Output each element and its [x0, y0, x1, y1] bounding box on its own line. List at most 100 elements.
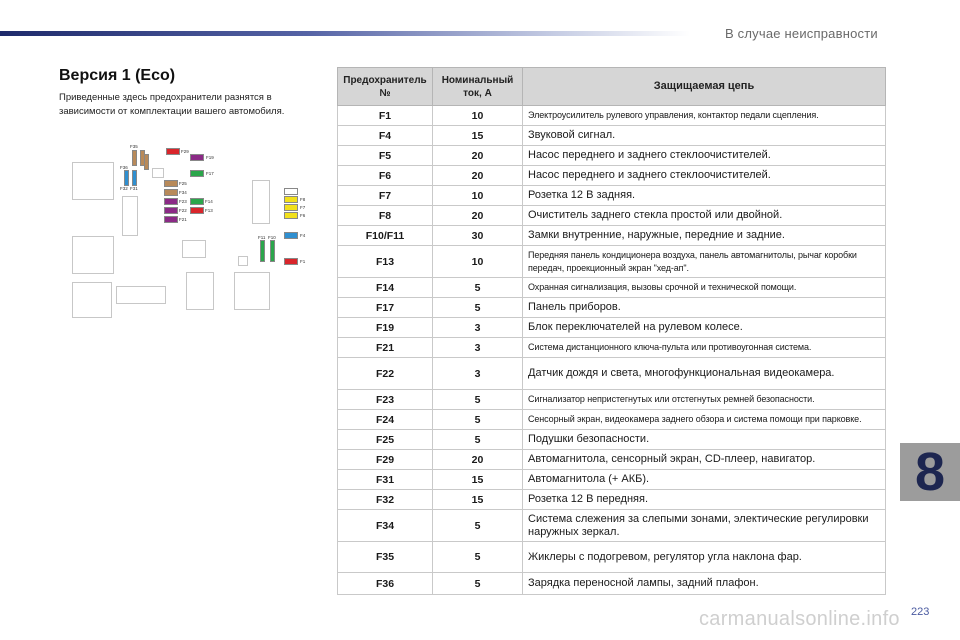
- diagram-block: [72, 282, 112, 318]
- fuse-description-cell: Передняя панель кондиционера воздуха, па…: [522, 245, 886, 278]
- fuse-current-cell: 10: [432, 105, 523, 126]
- fuse-label: F32: [120, 186, 128, 191]
- fuse-current-cell: 15: [432, 469, 523, 490]
- fuse-number-cell: F24: [337, 409, 433, 430]
- table-row: F10/F11 30 Замки внутренние, наружные, пер…: [337, 225, 886, 246]
- table-row: F34 5 Система слежения за слепыми зонами, …: [337, 509, 886, 542]
- fuse-label: F17: [206, 171, 214, 176]
- fuse-description-cell: Сигнализатор непристегнутых или отстегну…: [522, 389, 886, 410]
- fuse-table: Предохранитель № Номинальный ток, А Защи…: [337, 67, 886, 595]
- fuse-current-cell: 5: [432, 429, 523, 450]
- fuse-label: F36: [120, 165, 128, 170]
- table-row: F23 5 Сигнализатор непристегнутых или отст…: [337, 389, 886, 410]
- table-row: F14 5 Охранная сигнализация, вызовы срочно…: [337, 277, 886, 298]
- fuse-current-cell: 15: [432, 489, 523, 510]
- fuse-label: F29: [181, 149, 189, 154]
- table-row: F8 20 Очиститель заднего стекла простой ил…: [337, 205, 886, 226]
- fuse-number-cell: F29: [337, 449, 433, 470]
- fuse-description-cell: Розетка 12 В передняя.: [522, 489, 886, 510]
- fuse-label: F31: [130, 186, 138, 191]
- fuse-label: F14: [205, 199, 213, 204]
- diagram-block: [72, 162, 114, 200]
- fuse-description-cell: Блок переключателей на рулевом колесе.: [522, 317, 886, 338]
- fuse-f11: [260, 240, 265, 262]
- fuse-f17: [190, 170, 204, 177]
- diagram-block: [72, 236, 114, 274]
- table-row: F5 20 Насос переднего и заднего стеклоочис…: [337, 145, 886, 166]
- fuse-f13: [190, 207, 204, 214]
- fuse-number-cell: F35: [337, 541, 433, 573]
- header-gradient-bar: [0, 31, 690, 36]
- table-row: F4 15 Звуковой сигнал.: [337, 125, 886, 146]
- fuse-current-cell: 30: [432, 225, 523, 246]
- fuse-number-cell: F32: [337, 489, 433, 510]
- fuse-label: F23: [179, 199, 187, 204]
- fuse-f7: [284, 204, 298, 211]
- fuse-number-cell: F10/F11: [337, 225, 433, 246]
- fuse-current-cell: 5: [432, 572, 523, 595]
- diagram-block: [122, 196, 138, 236]
- fuse-current-cell: 5: [432, 541, 523, 573]
- table-row: F17 5 Панель приборов.: [337, 297, 886, 318]
- fuse-number-cell: F6: [337, 165, 433, 186]
- table-row: F32 15 Розетка 12 В передняя.: [337, 489, 886, 510]
- fuse-description-cell: Зарядка переносной лампы, задний плафон.: [522, 572, 886, 595]
- fuse-current-cell: 5: [432, 277, 523, 298]
- fuse-f21: [164, 216, 178, 223]
- section-title: Версия 1 (Eco): [59, 67, 176, 84]
- fuse-current-cell: 20: [432, 205, 523, 226]
- fuse-number-cell: F7: [337, 185, 433, 206]
- fuse-current-cell: 20: [432, 165, 523, 186]
- fuse-current-cell: 10: [432, 245, 523, 278]
- fuse-label: F8: [300, 197, 306, 202]
- diagram-block: [252, 180, 270, 224]
- fuse-f32: [124, 170, 129, 186]
- table-row: F35 5 Жиклеры с подогревом, регулятор угла…: [337, 541, 886, 573]
- fuse-description-cell: Звуковой сигнал.: [522, 125, 886, 146]
- diagram-block: [238, 256, 248, 266]
- fuse-f34: [164, 189, 178, 196]
- fuse-number-cell: F8: [337, 205, 433, 226]
- fuse-f1: [284, 258, 298, 265]
- table-row: F6 20 Насос переднего и заднего стеклоочис…: [337, 165, 886, 186]
- fuse-label: F13: [205, 208, 213, 213]
- fuse-description-cell: Система слежения за слепыми зонами, элек…: [522, 509, 886, 542]
- fuse-number-cell: F14: [337, 277, 433, 298]
- table-row: F7 10 Розетка 12 В задняя.: [337, 185, 886, 206]
- table-row: F24 5 Сенсорный экран, видеокамера заднего…: [337, 409, 886, 430]
- fuse-label: F19: [206, 155, 214, 160]
- fuse-f19: [190, 154, 204, 161]
- page-number: 223: [911, 606, 930, 618]
- fuse-description-cell: Панель приборов.: [522, 297, 886, 318]
- fuse-f4: [284, 232, 298, 239]
- fuse-label: F25: [179, 181, 187, 186]
- fuse-current-cell: 15: [432, 125, 523, 146]
- fuse-f8: [284, 196, 298, 203]
- fuse-description-cell: Система дистанционного ключа-пульта или …: [522, 337, 886, 358]
- fuse-number-cell: F36: [337, 572, 433, 595]
- diagram-block: [116, 286, 166, 304]
- fuse-description-cell: Насос переднего и заднего стеклоочистите…: [522, 165, 886, 186]
- fuse-label: F1: [300, 259, 306, 264]
- fuse-box-diagram: F29 F19 F17 F25 F34 F23 F22 F21 F14 F13 …: [62, 136, 318, 322]
- fuse-description-cell: Охранная сигнализация, вызовы срочной и …: [522, 277, 886, 298]
- fuse-description-cell: Сенсорный экран, видеокамера заднего обз…: [522, 409, 886, 430]
- table-row: F1 10 Электроусилитель рулевого управления…: [337, 105, 886, 126]
- fuse-label: F21: [179, 217, 187, 222]
- fuse-current-cell: 5: [432, 389, 523, 410]
- fuse-description-cell: Электроусилитель рулевого управления, ко…: [522, 105, 886, 126]
- column-header-current: Номинальный ток, А: [432, 67, 523, 106]
- fuse-number-cell: F13: [337, 245, 433, 278]
- fuse-f6: [284, 212, 298, 219]
- fuse-current-cell: 5: [432, 297, 523, 318]
- fuse-f31: [132, 170, 137, 186]
- fuse-number-cell: F34: [337, 509, 433, 542]
- fuse-current-cell: 3: [432, 357, 523, 390]
- fuse-description-cell: Подушки безопасности.: [522, 429, 886, 450]
- table-row: F13 10 Передняя панель кондиционера воздух…: [337, 245, 886, 278]
- diagram-block: [186, 272, 214, 310]
- fuse-current-cell: 20: [432, 145, 523, 166]
- fuse-current-cell: 10: [432, 185, 523, 206]
- table-row: F25 5 Подушки безопасности.: [337, 429, 886, 450]
- fuse-f22: [164, 207, 178, 214]
